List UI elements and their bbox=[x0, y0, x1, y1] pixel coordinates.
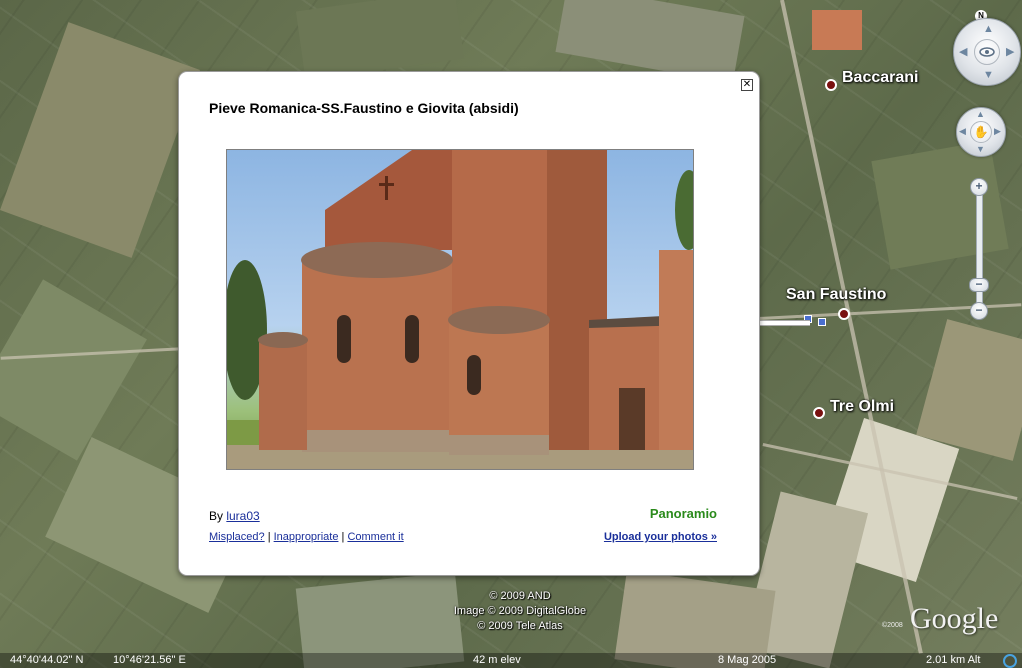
author-link[interactable]: lura03 bbox=[226, 509, 259, 523]
map-field bbox=[871, 140, 1009, 270]
eye-altitude-readout: 2.01 km Alt bbox=[926, 654, 981, 666]
imagery-credits: © 2009 AND Image © 2009 DigitalGlobe © 2… bbox=[420, 589, 620, 634]
zoom-out-button[interactable]: − bbox=[970, 302, 988, 320]
look-down-icon[interactable]: ▼ bbox=[983, 69, 994, 81]
move-right-icon[interactable]: ▶ bbox=[994, 126, 1001, 137]
longitude-readout: 10°46'21.56" E bbox=[113, 654, 186, 666]
logo-year: ©2008 bbox=[882, 622, 903, 629]
credit-line: © 2009 Tele Atlas bbox=[477, 620, 563, 632]
place-label[interactable]: San Faustino bbox=[786, 286, 886, 304]
look-control[interactable]: ▲ ▼ ◀ ▶ bbox=[953, 18, 1021, 86]
zoom-thumb[interactable]: − bbox=[969, 278, 989, 292]
church-photo[interactable] bbox=[226, 149, 694, 470]
photo-marker-icon[interactable] bbox=[818, 318, 826, 326]
move-left-icon[interactable]: ◀ bbox=[959, 126, 966, 137]
balloon-pointer bbox=[758, 320, 810, 326]
move-down-icon[interactable]: ▼ bbox=[976, 144, 985, 154]
close-icon[interactable]: ✕ bbox=[741, 79, 753, 91]
elevation-readout: 42 m elev bbox=[473, 654, 521, 666]
place-pin[interactable] bbox=[813, 407, 825, 419]
place-label[interactable]: Baccarani bbox=[842, 69, 919, 87]
map-field bbox=[295, 0, 465, 81]
inappropriate-link[interactable]: Inappropriate bbox=[274, 531, 339, 543]
map-field bbox=[0, 279, 147, 461]
photo-actions: Misplaced? | Inappropriate | Comment it bbox=[209, 531, 404, 543]
zoom-track[interactable] bbox=[976, 190, 983, 314]
map-field bbox=[0, 22, 200, 258]
move-control[interactable]: ▲ ▼ ◀ ▶ ✋ bbox=[956, 107, 1006, 157]
eye-icon[interactable] bbox=[974, 39, 1000, 65]
look-right-icon[interactable]: ▶ bbox=[1006, 45, 1014, 58]
hand-icon[interactable]: ✋ bbox=[970, 121, 992, 143]
balloon-title: Pieve Romanica-SS.Faustino e Giovita (ab… bbox=[209, 100, 519, 116]
status-bar: 44°40'44.02" N 10°46'21.56" E 42 m elev … bbox=[0, 653, 1022, 668]
zoom-slider[interactable]: + − − bbox=[969, 178, 989, 324]
link-separator: | bbox=[264, 531, 274, 543]
zoom-in-button[interactable]: + bbox=[970, 178, 988, 196]
streaming-icon bbox=[1003, 654, 1017, 668]
google-logo: Google bbox=[910, 602, 999, 635]
panoramio-logo[interactable]: Panoramio bbox=[650, 506, 717, 521]
latitude-readout: 44°40'44.02" N bbox=[10, 654, 84, 666]
look-up-icon[interactable]: ▲ bbox=[983, 23, 994, 35]
place-pin[interactable] bbox=[838, 308, 850, 320]
move-up-icon[interactable]: ▲ bbox=[976, 109, 985, 119]
comment-link[interactable]: Comment it bbox=[347, 531, 403, 543]
imagery-date: 8 Mag 2005 bbox=[718, 654, 777, 666]
place-label[interactable]: Tre Olmi bbox=[830, 398, 894, 416]
credit-line: © 2009 AND bbox=[489, 590, 551, 602]
author-prefix: By bbox=[209, 509, 227, 523]
look-left-icon[interactable]: ◀ bbox=[959, 45, 967, 58]
misplaced-link[interactable]: Misplaced? bbox=[209, 531, 265, 543]
upload-photos-link[interactable]: Upload your photos » bbox=[604, 531, 717, 543]
place-pin[interactable] bbox=[825, 79, 837, 91]
photo-author: By lura03 bbox=[209, 509, 260, 523]
credit-line: Image © 2009 DigitalGlobe bbox=[453, 605, 587, 617]
map-field bbox=[812, 10, 862, 50]
photo-balloon: ✕ Pieve Romanica-SS.Faustino e Giovita (… bbox=[178, 71, 760, 576]
